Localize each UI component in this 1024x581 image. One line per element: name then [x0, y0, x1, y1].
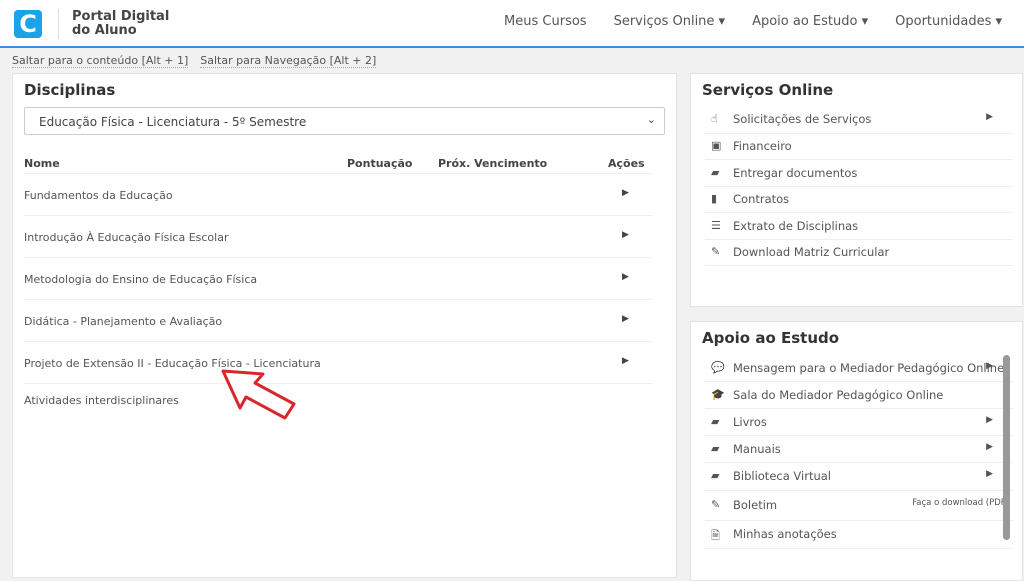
menu-item-label: Mensagem para o Mediador Pedagógico Onli…	[733, 360, 1005, 375]
menu-item-label: Contratos	[733, 192, 790, 206]
table-row[interactable]: Didática - Planejamento e Avaliação ▶	[24, 299, 652, 341]
nav-oportunidades[interactable]: Oportunidades ▾	[895, 14, 1002, 29]
caret-right-icon[interactable]: ▶	[622, 272, 629, 282]
menu-item[interactable]: 💬 Mensagem para o Mediador Pedagógico Onl…	[705, 355, 1013, 382]
book-icon: ▰	[711, 414, 720, 428]
nav-servicos-online[interactable]: Serviços Online ▾	[614, 14, 726, 29]
caret-right-icon: ▶	[986, 469, 993, 479]
skip-to-nav-link[interactable]: Saltar para Navegação [Alt + 2]	[200, 54, 377, 68]
file-icon: ▮	[711, 192, 718, 205]
discipline-name[interactable]: Metodologia do Ensino de Educação Física	[24, 273, 257, 286]
discipline-name[interactable]: Fundamentos da Educação	[24, 189, 173, 202]
menu-item[interactable]: ▰ Entregar documentos	[705, 160, 1013, 187]
caret-right-icon: ▶	[986, 441, 993, 452]
comments-icon: 💬	[711, 360, 725, 374]
caret-right-icon: ▶	[986, 112, 993, 122]
col-vencimento: Próx. Vencimento	[438, 157, 548, 170]
menu-item[interactable]: ▮ Contratos	[705, 187, 1013, 213]
divider	[58, 9, 59, 39]
main-nav: Meus Cursos Serviços Online ▾ Apoio ao E…	[504, 14, 1002, 29]
graduation-cap-icon: 🎓	[711, 387, 725, 401]
skip-to-content-link[interactable]: Saltar para o conteúdo [Alt + 1]	[12, 54, 189, 68]
table-row[interactable]: Projeto de Extensão II - Educação Física…	[24, 341, 652, 383]
nav-meus-cursos[interactable]: Meus Cursos	[504, 14, 587, 29]
scrollbar[interactable]	[1003, 355, 1010, 540]
table-row[interactable]: Atividades interdisciplinares	[24, 383, 652, 415]
course-select[interactable]: Educação Física - Licenciatura - 5º Seme…	[24, 107, 665, 135]
panel-title: Disciplinas	[24, 81, 116, 99]
caret-right-icon[interactable]: ▶	[622, 230, 629, 240]
menu-item[interactable]: 🗎 Minhas anotações	[705, 521, 1013, 549]
menu-item[interactable]: ▰ Manuais ▶	[705, 436, 1013, 463]
edit-icon: ✎	[711, 498, 721, 511]
menu-item-label: Manuais	[733, 441, 781, 456]
list-icon: ☰	[711, 218, 721, 232]
col-acoes: Ações	[608, 157, 645, 170]
discipline-name[interactable]: Atividades interdisciplinares	[24, 394, 179, 407]
caret-right-icon[interactable]: ▶	[622, 314, 629, 324]
brand-title[interactable]: Portal Digital do Aluno	[72, 10, 172, 38]
caret-right-icon: ▶	[986, 360, 993, 371]
disciplinas-panel: Disciplinas Educação Física - Licenciatu…	[12, 73, 677, 578]
menu-item-label: Download Matriz Curricular	[733, 245, 890, 259]
panel-title: Apoio ao Estudo	[702, 329, 840, 347]
file-text-icon: 🗎	[711, 529, 720, 542]
menu-item-label: Extrato de Disciplinas	[733, 218, 859, 233]
book-icon: ▰	[711, 469, 720, 482]
menu-item[interactable]: ✎ Boletim Faça o download (PDF)	[705, 491, 1013, 521]
menu-item-label: Sala do Mediador Pedagógico Online	[733, 387, 944, 402]
chevron-down-icon: ⌄	[646, 113, 656, 126]
discipline-name[interactable]: Introdução À Educação Física Escolar	[24, 231, 228, 244]
table-row[interactable]: Introdução À Educação Física Escolar ▶	[24, 215, 652, 257]
menu-item[interactable]: 🎓 Sala do Mediador Pedagógico Online	[705, 382, 1013, 409]
book-icon: ▰	[711, 441, 720, 455]
menu-item[interactable]: ✎ Download Matriz Curricular	[705, 240, 1013, 266]
table-row[interactable]: Fundamentos da Educação ▶	[24, 173, 652, 215]
download-note[interactable]: Faça o download (PDF)	[912, 498, 1009, 508]
annotation-arrow	[221, 369, 296, 420]
menu-item[interactable]: ☝ Solicitações de Serviços ▶	[705, 106, 1013, 134]
menu-item[interactable]: ▣ Financeiro	[705, 134, 1013, 160]
edit-icon: ✎	[711, 245, 721, 258]
col-nome: Nome	[24, 157, 60, 170]
servicos-panel: Serviços Online ☝ Solicitações de Serviço…	[690, 73, 1023, 307]
hand-pointer-icon: ☝	[711, 112, 718, 125]
menu-item[interactable]: ▰ Biblioteca Virtual ▶	[705, 463, 1013, 491]
skip-links: Saltar para o conteúdo [Alt + 1] Saltar …	[12, 54, 377, 68]
caret-right-icon: ▶	[986, 414, 993, 425]
menu-item-label: Livros	[733, 414, 767, 429]
logo[interactable]: C	[14, 10, 42, 38]
menu-item[interactable]: ▰ Livros ▶	[705, 409, 1013, 436]
caret-right-icon[interactable]: ▶	[622, 188, 629, 198]
col-pontuacao: Pontuação	[347, 157, 413, 170]
menu-item-label: Minhas anotações	[733, 527, 837, 541]
menu-item-label: Solicitações de Serviços	[733, 112, 872, 126]
menu-item[interactable]: ☰ Extrato de Disciplinas	[705, 213, 1013, 240]
nav-apoio-estudo[interactable]: Apoio ao Estudo ▾	[752, 14, 868, 29]
money-icon: ▣	[711, 139, 722, 152]
menu-item-label: Financeiro	[733, 139, 792, 153]
panel-title: Serviços Online	[702, 81, 834, 99]
caret-right-icon[interactable]: ▶	[622, 356, 629, 366]
menu-item-label: Boletim	[733, 498, 778, 512]
table-row[interactable]: Metodologia do Ensino de Educação Física…	[24, 257, 652, 299]
top-header: C Portal Digital do Aluno Meus Cursos Se…	[0, 0, 1024, 48]
folder-icon: ▰	[711, 165, 720, 179]
menu-item-label: Biblioteca Virtual	[733, 469, 831, 483]
menu-item-label: Entregar documentos	[733, 165, 858, 180]
course-select-value: Educação Física - Licenciatura - 5º Seme…	[39, 115, 307, 129]
discipline-name[interactable]: Didática - Planejamento e Avaliação	[24, 315, 222, 328]
apoio-panel: Apoio ao Estudo 💬 Mensagem para o Mediado…	[690, 321, 1023, 581]
